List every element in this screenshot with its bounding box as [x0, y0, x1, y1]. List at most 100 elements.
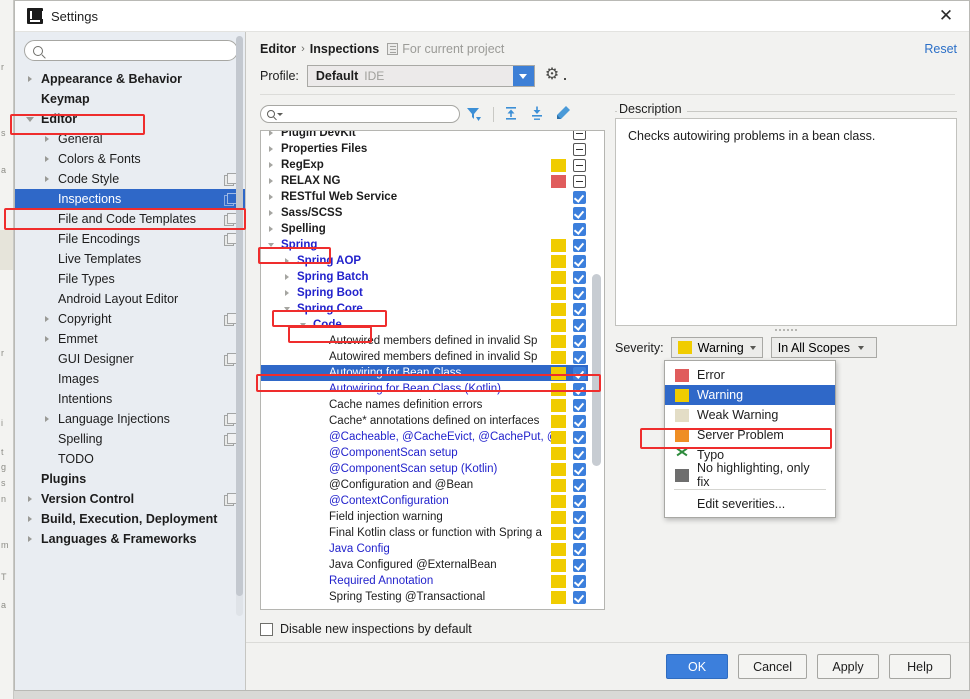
- reset-to-defaults-icon[interactable]: [554, 104, 576, 124]
- inspection-enabled-checkbox[interactable]: [573, 558, 586, 572]
- sidebar-item-inspections[interactable]: Inspections: [15, 189, 245, 209]
- inspection-row[interactable]: Plugin DevKit: [261, 131, 588, 141]
- inspection-row[interactable]: RESTful Web Service: [261, 189, 588, 205]
- chevron-right-icon[interactable]: [265, 131, 277, 136]
- inspection-row[interactable]: Spring Boot: [261, 285, 588, 301]
- ok-button[interactable]: OK: [666, 654, 729, 679]
- copy-settings-icon[interactable]: [224, 233, 237, 246]
- inspection-enabled-checkbox[interactable]: [573, 494, 586, 508]
- severity-option-server-problem[interactable]: Server Problem: [665, 425, 835, 445]
- profile-combobox[interactable]: Default IDE: [306, 65, 535, 87]
- inspection-row[interactable]: Spring: [261, 237, 588, 253]
- severity-option-warning[interactable]: Warning: [665, 385, 835, 405]
- sidebar-item-intentions[interactable]: Intentions: [15, 389, 245, 409]
- copy-settings-icon[interactable]: [224, 193, 237, 206]
- chevron-right-icon[interactable]: [265, 194, 277, 200]
- copy-settings-icon[interactable]: [224, 413, 237, 426]
- description-resize-grip[interactable]: [615, 326, 957, 334]
- sidebar-item-version-control[interactable]: Version Control: [15, 489, 245, 509]
- sidebar-item-colors-fonts[interactable]: Colors & Fonts: [15, 149, 245, 169]
- chevron-right-icon[interactable]: [265, 226, 277, 232]
- severity-option-error[interactable]: Error: [665, 365, 835, 385]
- filter-icon[interactable]: [464, 104, 486, 124]
- chevron-right-icon[interactable]: [265, 210, 277, 216]
- chevron-down-icon[interactable]: [281, 307, 293, 311]
- inspections-search-input[interactable]: [286, 107, 453, 121]
- sidebar-search-input[interactable]: [48, 42, 229, 59]
- inspection-row[interactable]: Spring Testing @Transactional: [261, 589, 588, 605]
- close-icon[interactable]: ✕: [923, 1, 969, 31]
- chevron-right-icon[interactable]: [265, 178, 277, 184]
- chevron-down-icon[interactable]: [23, 116, 36, 122]
- sidebar-item-file-types[interactable]: File Types: [15, 269, 245, 289]
- sidebar-item-copyright[interactable]: Copyright: [15, 309, 245, 329]
- inspection-enabled-checkbox[interactable]: [573, 462, 586, 476]
- chevron-right-icon[interactable]: [40, 136, 53, 142]
- sidebar-item-file-encodings[interactable]: File Encodings: [15, 229, 245, 249]
- severity-option-weak-warning[interactable]: Weak Warning: [665, 405, 835, 425]
- inspection-row[interactable]: Cache names definition errors: [261, 397, 588, 413]
- chevron-right-icon[interactable]: [40, 316, 53, 322]
- inspection-row[interactable]: Cache* annotations defined on interfaces: [261, 413, 588, 429]
- inspection-enabled-checkbox[interactable]: [573, 270, 586, 284]
- edit-severities-item[interactable]: Edit severities...: [665, 494, 835, 514]
- inspection-enabled-checkbox[interactable]: [573, 478, 586, 492]
- severity-combobox[interactable]: Warning: [670, 337, 763, 358]
- inspection-row[interactable]: Spelling: [261, 221, 588, 237]
- inspection-enabled-checkbox[interactable]: [573, 590, 586, 604]
- sidebar-item-languages-frameworks[interactable]: Languages & Frameworks: [15, 529, 245, 549]
- inspection-enabled-checkbox[interactable]: [573, 446, 586, 460]
- chevron-right-icon[interactable]: [40, 176, 53, 182]
- sidebar-item-emmet[interactable]: Emmet: [15, 329, 245, 349]
- copy-settings-icon[interactable]: [224, 173, 237, 186]
- inspection-row[interactable]: Autowired members defined in invalid Sp: [261, 333, 588, 349]
- inspection-row[interactable]: Code: [261, 317, 588, 333]
- copy-settings-icon[interactable]: [224, 353, 237, 366]
- inspection-row[interactable]: Properties Files: [261, 141, 588, 157]
- copy-settings-icon[interactable]: [224, 493, 237, 506]
- scope-combobox[interactable]: In All Scopes: [770, 337, 877, 358]
- chevron-right-icon[interactable]: [265, 146, 277, 152]
- inspection-enabled-checkbox[interactable]: [573, 542, 586, 556]
- inspection-enabled-checkbox[interactable]: [573, 510, 586, 524]
- inspection-row[interactable]: Sass/SCSS: [261, 205, 588, 221]
- reset-link[interactable]: Reset: [924, 42, 957, 56]
- inspection-row[interactable]: Spring AOP: [261, 253, 588, 269]
- sidebar-item-file-and-code-templates[interactable]: File and Code Templates: [15, 209, 245, 229]
- inspection-enabled-checkbox[interactable]: [573, 238, 586, 252]
- disable-new-inspections-checkbox[interactable]: [260, 622, 273, 636]
- sidebar-item-live-templates[interactable]: Live Templates: [15, 249, 245, 269]
- inspection-row[interactable]: Spring Batch: [261, 269, 588, 285]
- chevron-right-icon[interactable]: [281, 274, 293, 280]
- sidebar-item-images[interactable]: Images: [15, 369, 245, 389]
- chevron-right-icon[interactable]: [281, 258, 293, 264]
- inspection-enabled-checkbox[interactable]: [573, 398, 586, 412]
- search-options-icon[interactable]: [277, 112, 283, 116]
- inspection-row[interactable]: Required Annotation: [261, 573, 588, 589]
- sidebar-item-build-execution-deployment[interactable]: Build, Execution, Deployment: [15, 509, 245, 529]
- chevron-right-icon[interactable]: [40, 156, 53, 162]
- inspection-enabled-checkbox[interactable]: [573, 286, 586, 300]
- disable-new-inspections-row[interactable]: Disable new inspections by default: [260, 616, 605, 642]
- inspection-enabled-checkbox[interactable]: [573, 174, 586, 188]
- expand-all-icon[interactable]: [502, 104, 524, 124]
- inspection-enabled-checkbox[interactable]: [573, 366, 586, 380]
- chevron-right-icon[interactable]: [40, 336, 53, 342]
- sidebar-scrollbar[interactable]: [236, 36, 243, 616]
- copy-settings-icon[interactable]: [224, 213, 237, 226]
- sidebar-item-code-style[interactable]: Code Style: [15, 169, 245, 189]
- inspection-enabled-checkbox[interactable]: [573, 318, 586, 332]
- inspections-search-box[interactable]: [260, 105, 460, 123]
- sidebar-item-android-layout-editor[interactable]: Android Layout Editor: [15, 289, 245, 309]
- chevron-down-icon[interactable]: [297, 323, 309, 327]
- inspection-enabled-checkbox[interactable]: [573, 334, 586, 348]
- sidebar-search-box[interactable]: [24, 40, 238, 61]
- gear-icon[interactable]: [545, 64, 566, 84]
- copy-settings-icon[interactable]: [224, 433, 237, 446]
- chevron-right-icon[interactable]: [23, 536, 36, 542]
- inspection-enabled-checkbox[interactable]: [573, 254, 586, 268]
- inspection-row[interactable]: Field injection warning: [261, 509, 588, 525]
- inspection-row[interactable]: Spring Core: [261, 301, 588, 317]
- sidebar-item-keymap[interactable]: Keymap: [15, 89, 245, 109]
- inspection-row[interactable]: RegExp: [261, 157, 588, 173]
